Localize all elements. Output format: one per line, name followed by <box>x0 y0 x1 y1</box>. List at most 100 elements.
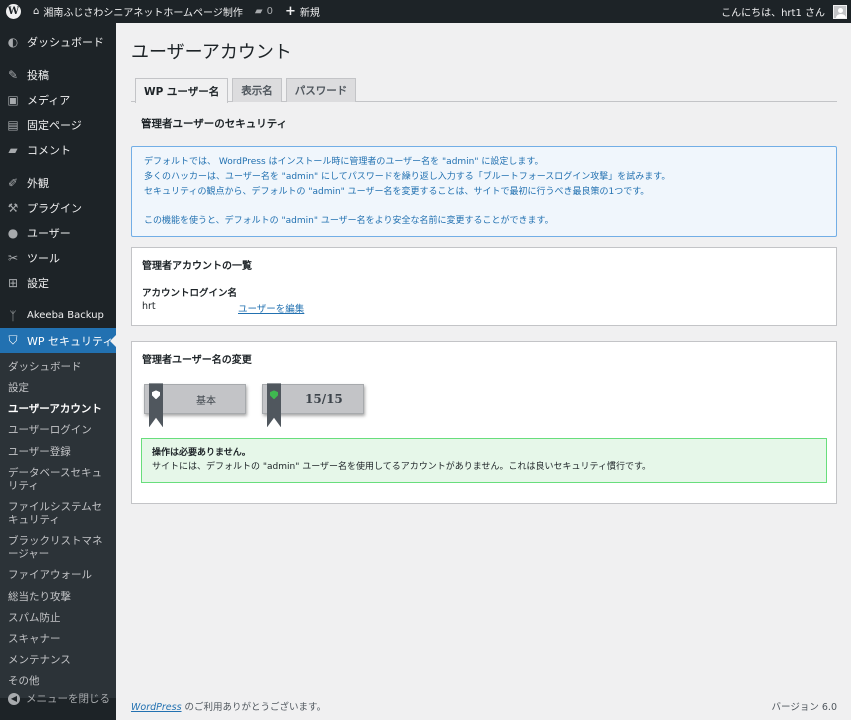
site-name: 湘南ふじさわシニアネットホームページ制作 <box>43 8 243 19</box>
wordpress-link[interactable]: WordPress <box>131 702 182 713</box>
appearance-icon: ✐ <box>7 175 19 190</box>
new-content-link[interactable]: + 新規 <box>279 0 326 23</box>
comment-bubble-icon: ▰ <box>254 6 263 17</box>
plugin-icon: ⚒ <box>7 200 19 215</box>
dashboard-icon: ◐ <box>7 34 19 49</box>
change-username-box: 管理者ユーザー名の変更 基本 15/15 操作は必要ありません。 サイトには、デ… <box>131 341 837 505</box>
page-title: ユーザーアカウント <box>131 42 292 63</box>
notice-line: この機能を使うと、デフォルトの "admin" ユーザー名をより安全な名前に変更… <box>144 215 554 226</box>
main-content: ユーザーアカウント WP ユーザー名 表示名 パスワード 管理者ユーザーのセキュ… <box>131 23 837 505</box>
accounts-table: アカウントログイン名 hrt ユーザーを編集 <box>132 272 836 325</box>
submenu-item[interactable]: 総当たり攻撃 <box>0 587 116 608</box>
footer-thanks-text: のご利用ありがとうございます。 <box>181 702 327 713</box>
wp-security-submenu: ダッシュボード 設定 ユーザーアカウント ユーザーログイン ユーザー登録 データベースセキ… <box>0 353 116 699</box>
notice-line: セキュリティの観点から、デフォルトの "admin" ユーザー名を変更することは… <box>144 186 650 197</box>
site-name-link[interactable]: ⌂ 湘南ふじさわシニアネットホームページ制作 <box>27 0 249 23</box>
sidebar-item-label: ダッシュボード <box>27 35 104 49</box>
notice-line: 多くのハッカーは、ユーザー名を "admin" にしてパスワードを繰り返し入力す… <box>144 171 671 182</box>
home-icon: ⌂ <box>33 6 40 17</box>
accounts-box-title: 管理者アカウントの一覧 <box>142 261 252 273</box>
sidebar-item-tool[interactable]: ✂ ツール <box>0 245 116 270</box>
info-notice: デフォルトでは、 WordPress はインストール時に管理者のユーザー名を "… <box>131 146 837 238</box>
comment-icon: ▰ <box>8 142 18 157</box>
sidebar-item-label: プラグイン <box>27 201 82 215</box>
sidebar-item-shield[interactable]: ⛉ WP セキュリティ <box>0 328 116 353</box>
submenu-item[interactable]: データベースセキュリティ <box>0 463 116 497</box>
table-row: hrt ユーザーを編集 <box>142 301 826 315</box>
tab-password[interactable]: パスワード <box>285 78 357 102</box>
collapse-menu-button[interactable]: ◀ メニューを閉じる <box>0 686 110 711</box>
sidebar-item-label: ユーザー <box>27 226 71 240</box>
admin-sidebar: ◐ ダッシュボード ✎ 投稿 ▣ メディア ▤ 固定ページ ▰ コメント ✐ 外観 ⚒ プラグイン ● ユーザ… <box>0 23 116 720</box>
submenu-item[interactable]: 設定 <box>0 378 116 399</box>
account-username: hrt <box>142 301 156 313</box>
ribbon-green-shield-icon <box>267 383 281 428</box>
footer-thanks: WordPress のご利用ありがとうございます。 <box>131 699 326 713</box>
section-title: 管理者ユーザーのセキュリティ <box>141 118 288 130</box>
submenu-item[interactable]: ダッシュボード <box>0 357 116 378</box>
plus-icon: + <box>284 4 296 19</box>
collapse-arrow-icon: ◀ <box>8 692 20 705</box>
submenu-item[interactable]: スキャナー <box>0 629 116 650</box>
admin-bar: W ⌂ 湘南ふじさわシニアネットホームページ制作 ▰ 0 + 新規 こんにちは、… <box>0 0 851 23</box>
submenu-item[interactable]: ユーザー登録 <box>0 442 116 463</box>
column-header-login-name: アカウントログイン名 <box>142 288 238 300</box>
sidebar-item-label: WP セキュリティ <box>27 334 114 348</box>
sidebar-item-label: 投稿 <box>27 68 49 82</box>
badges: 基本 15/15 <box>132 366 836 428</box>
edit-user-link[interactable]: ユーザーを編集 <box>238 301 304 315</box>
version-text: バージョン 6.0 <box>771 702 837 713</box>
submenu-item[interactable]: ファイアウォール <box>0 565 116 586</box>
sidebar-item-media[interactable]: ▣ メディア <box>0 87 116 112</box>
tab-display-name[interactable]: 表示名 <box>232 78 282 102</box>
sidebar-item-comment[interactable]: ▰ コメント <box>0 137 116 162</box>
comments-count: 0 <box>266 6 273 17</box>
success-title: 操作は必要ありません。 <box>152 448 251 459</box>
badge-basic-label: 基本 <box>196 395 216 407</box>
ribbon-shield-icon <box>149 383 163 428</box>
sidebar-item-user[interactable]: ● ユーザー <box>0 220 116 245</box>
submenu-item[interactable]: ユーザーアカウント <box>0 399 116 420</box>
change-box-title: 管理者ユーザー名の変更 <box>142 355 252 367</box>
submenu-item[interactable]: ファイルシステムセキュリティ <box>0 497 116 531</box>
sidebar-item-plugin[interactable]: ⚒ プラグイン <box>0 195 116 220</box>
sidebar-item-page[interactable]: ▤ 固定ページ <box>0 112 116 137</box>
new-label: 新規 <box>299 8 320 19</box>
sidebar-item-settings[interactable]: ⊞ 設定 <box>0 270 116 295</box>
pin-icon: ✎ <box>7 67 19 82</box>
akeeba-icon: ᛉ <box>9 308 17 323</box>
avatar <box>833 4 847 19</box>
wp-logo-menu[interactable]: W <box>0 0 27 23</box>
submenu-item[interactable]: ブラックリストマネージャー <box>0 531 116 565</box>
comments-link[interactable]: ▰ 0 <box>249 0 279 23</box>
submenu-item[interactable]: メンテナンス <box>0 650 116 671</box>
sidebar-item-label: 外観 <box>27 176 49 190</box>
sidebar-item-akeeba[interactable]: ᛉ Akeeba Backup <box>0 303 116 328</box>
admin-accounts-box: 管理者アカウントの一覧 アカウントログイン名 hrt ユーザーを編集 <box>131 247 837 327</box>
sidebar-item-label: メディア <box>27 93 71 107</box>
success-message: 操作は必要ありません。 サイトには、デフォルトの "admin" ユーザー名を使… <box>141 438 827 484</box>
badge-score-label: 15/15 <box>305 392 343 407</box>
settings-icon: ⊞ <box>7 275 19 290</box>
tab-bar: WP ユーザー名 表示名 パスワード <box>131 78 837 103</box>
submenu-item[interactable]: スパム防止 <box>0 608 116 629</box>
sidebar-item-pin[interactable]: ✎ 投稿 <box>0 62 116 87</box>
tool-icon: ✂ <box>7 250 19 265</box>
sidebar-item-appearance[interactable]: ✐ 外観 <box>0 170 116 195</box>
submenu-item[interactable]: ユーザーログイン <box>0 420 116 441</box>
sidebar-item-label: Akeeba Backup <box>27 310 104 321</box>
greeting: こんにちは、hrt1 さん <box>721 8 825 19</box>
collapse-label: メニューを閉じる <box>26 693 110 705</box>
my-account-link[interactable]: こんにちは、hrt1 さん <box>715 0 851 23</box>
basic-level-badge: 基本 <box>144 383 246 428</box>
wordpress-logo-icon: W <box>6 4 21 19</box>
tab-wp-username[interactable]: WP ユーザー名 <box>135 78 229 103</box>
user-icon: ● <box>7 225 19 240</box>
notice-line: デフォルトでは、 WordPress はインストール時に管理者のユーザー名を "… <box>144 157 544 167</box>
sidebar-item-label: 設定 <box>27 276 49 290</box>
sidebar-item-label: ツール <box>27 251 60 265</box>
sidebar-item-dashboard[interactable]: ◐ ダッシュボード <box>0 29 116 54</box>
shield-icon: ⛉ <box>8 333 18 347</box>
score-badge: 15/15 <box>262 383 364 428</box>
sidebar-item-label: コメント <box>27 143 71 157</box>
